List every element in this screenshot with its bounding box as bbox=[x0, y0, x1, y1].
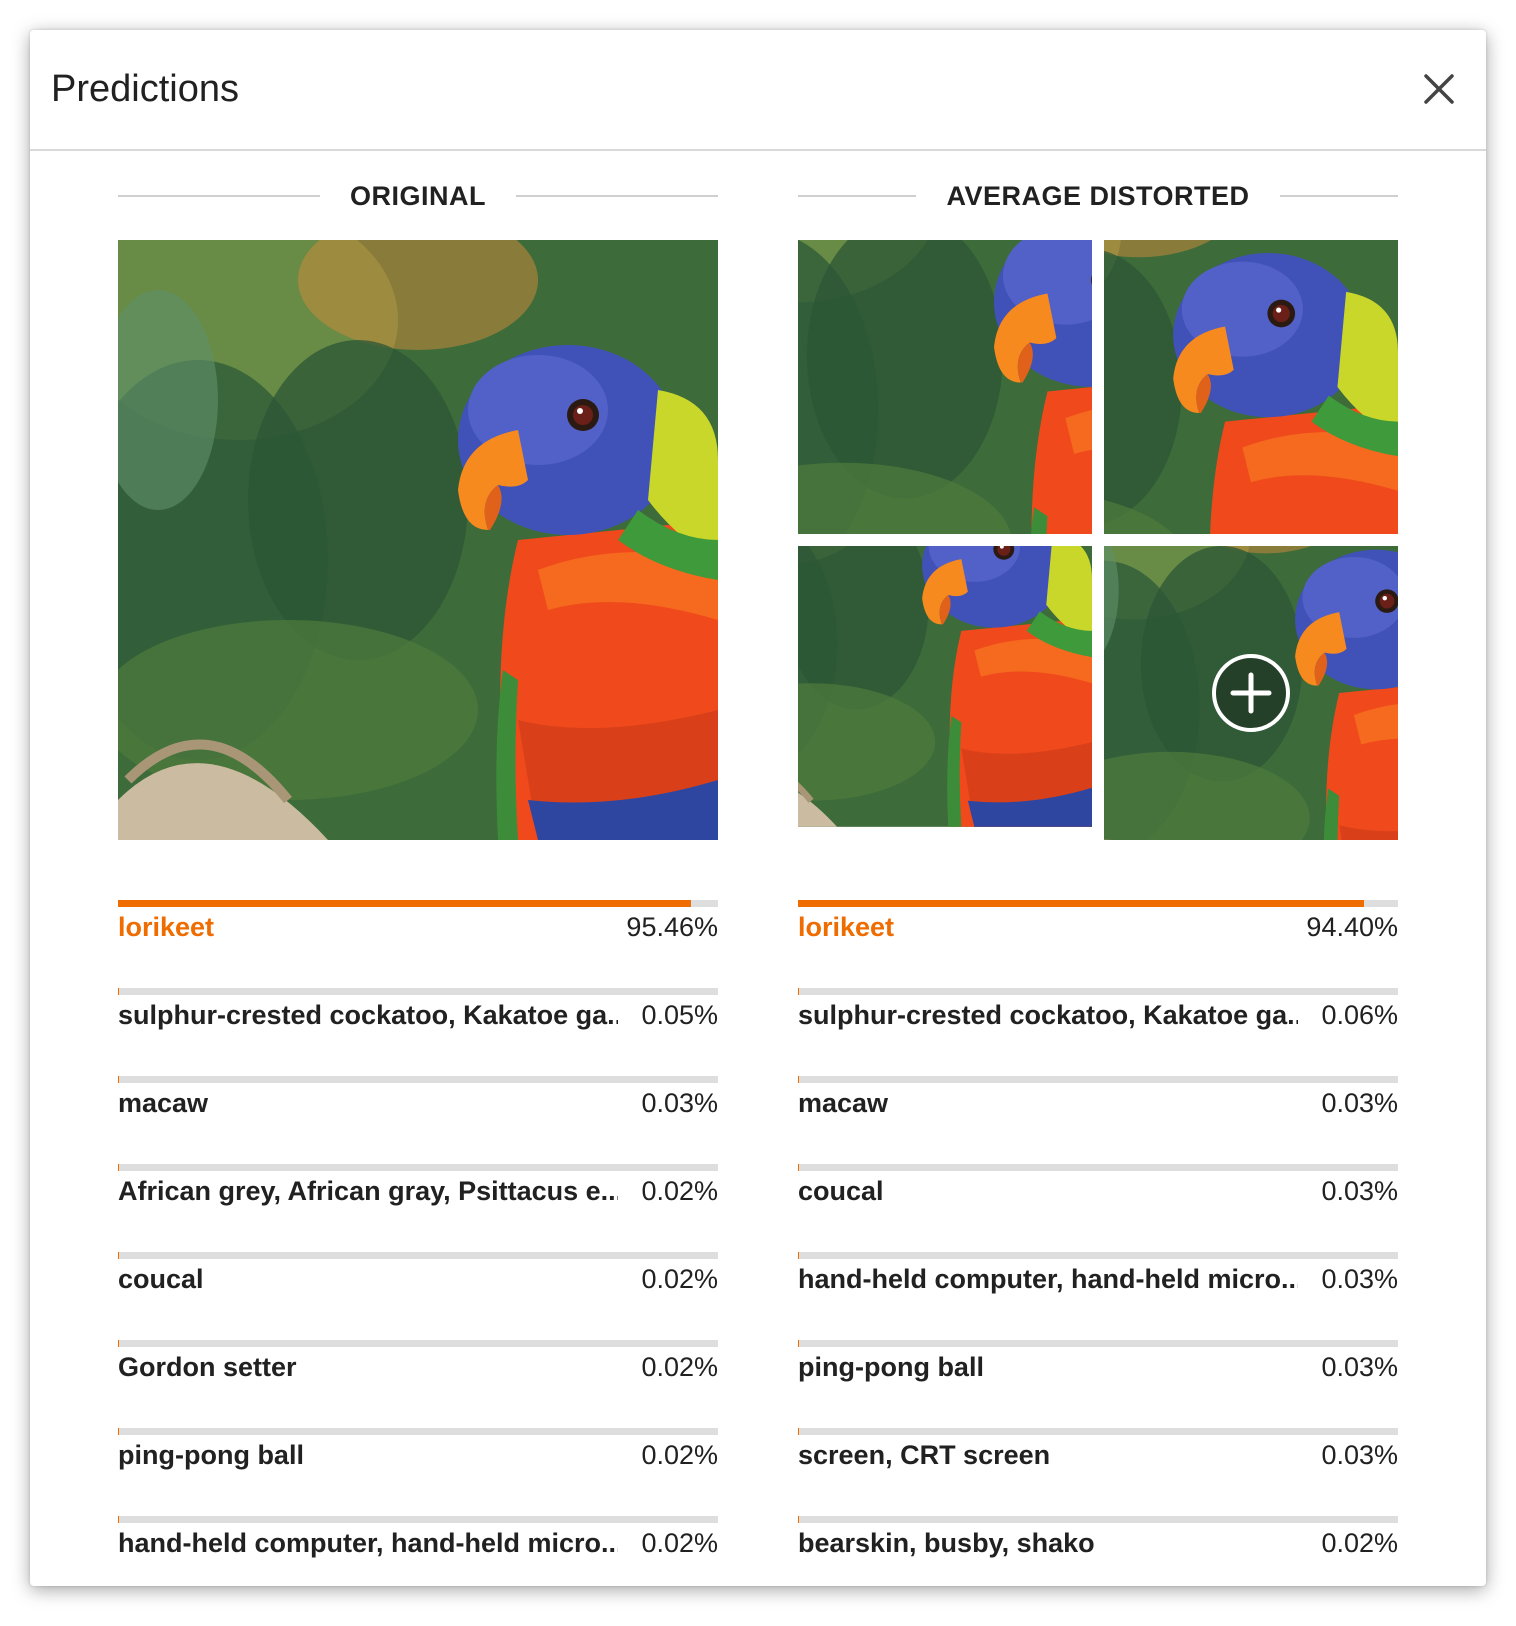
prediction-row: macaw 0.03% bbox=[118, 1076, 718, 1164]
prediction-percent: 0.03% bbox=[1321, 1352, 1398, 1382]
prediction-percent: 0.03% bbox=[1321, 1088, 1398, 1118]
distorted-heading: AVERAGE DISTORTED bbox=[946, 180, 1250, 211]
probability-bar-track bbox=[118, 1340, 718, 1347]
prediction-row: lorikeet 94.40% bbox=[798, 900, 1398, 988]
prediction-label: macaw bbox=[118, 1088, 209, 1118]
prediction-label: coucal bbox=[118, 1264, 204, 1294]
prediction-row: sulphur-crested cockatoo, Kakatoe ga... … bbox=[798, 988, 1398, 1076]
prediction-label: bearskin, busby, shako bbox=[798, 1528, 1095, 1558]
prediction-percent: 0.03% bbox=[1321, 1176, 1398, 1206]
prediction-label: lorikeet bbox=[798, 912, 895, 942]
prediction-row: macaw 0.03% bbox=[798, 1076, 1398, 1164]
distorted-predictions-list: lorikeet 94.40% sulphur-crested cockatoo… bbox=[798, 900, 1398, 1586]
probability-bar-track bbox=[798, 1164, 1398, 1171]
prediction-label: African grey, African gray, Psittacus e.… bbox=[118, 1176, 618, 1206]
prediction-percent: 95.46% bbox=[626, 912, 718, 942]
original-image bbox=[118, 240, 718, 840]
probability-bar-track bbox=[118, 1428, 718, 1435]
original-section-header: ORIGINAL bbox=[118, 176, 718, 216]
prediction-row: sulphur-crested cockatoo, Kakatoe ga... … bbox=[118, 988, 718, 1076]
prediction-label: hand-held computer, hand-held micro... bbox=[798, 1264, 1298, 1294]
probability-bar-track bbox=[798, 1252, 1398, 1259]
original-heading: ORIGINAL bbox=[350, 180, 486, 211]
prediction-label: Gordon setter bbox=[118, 1352, 297, 1382]
prediction-row: hand-held computer, hand-held micro... 0… bbox=[798, 1252, 1398, 1340]
original-predictions-list: lorikeet 95.46% sulphur-crested cockatoo… bbox=[118, 900, 718, 1586]
prediction-percent: 0.02% bbox=[641, 1352, 718, 1382]
prediction-label: sulphur-crested cockatoo, Kakatoe ga... bbox=[798, 1000, 1298, 1030]
prediction-label: coucal bbox=[798, 1176, 884, 1206]
probability-bar bbox=[118, 900, 691, 907]
probability-bar-track bbox=[118, 1516, 718, 1523]
probability-bar-track bbox=[118, 988, 718, 995]
prediction-percent: 0.03% bbox=[641, 1088, 718, 1118]
probability-bar-track bbox=[798, 1516, 1398, 1523]
probability-bar-track bbox=[118, 1076, 718, 1083]
prediction-percent: 0.03% bbox=[1321, 1440, 1398, 1470]
probability-bar-track bbox=[798, 1076, 1398, 1083]
prediction-percent: 0.06% bbox=[1321, 1000, 1398, 1030]
divider bbox=[516, 195, 718, 197]
original-column: ORIGINAL lorikeet 95.46% sulphur-crested… bbox=[118, 176, 718, 1586]
divider bbox=[798, 195, 917, 197]
prediction-percent: 0.03% bbox=[1321, 1264, 1398, 1294]
divider bbox=[1279, 195, 1399, 197]
prediction-percent: 0.02% bbox=[641, 1440, 718, 1470]
distorted-image-thumbnail[interactable] bbox=[1104, 240, 1398, 534]
divider bbox=[118, 195, 320, 197]
prediction-label: hand-held computer, hand-held micro... bbox=[118, 1528, 618, 1558]
prediction-row: coucal 0.02% bbox=[118, 1252, 718, 1340]
predictions-dialog: Predictions ORIGINAL lorikeet 95.46% sul… bbox=[30, 30, 1486, 1586]
prediction-row: ping-pong ball 0.02% bbox=[118, 1428, 718, 1516]
distorted-image-thumbnail[interactable] bbox=[798, 546, 1092, 840]
prediction-row: coucal 0.03% bbox=[798, 1164, 1398, 1252]
distorted-section-header: AVERAGE DISTORTED bbox=[798, 176, 1399, 216]
distorted-image-thumbnail[interactable] bbox=[798, 240, 1092, 534]
prediction-row: hand-held computer, hand-held micro... 0… bbox=[118, 1516, 718, 1586]
prediction-label: screen, CRT screen bbox=[798, 1440, 1051, 1470]
prediction-label: macaw bbox=[798, 1088, 889, 1118]
prediction-percent: 0.02% bbox=[641, 1528, 718, 1558]
prediction-percent: 94.40% bbox=[1306, 912, 1398, 942]
probability-bar-track bbox=[118, 1252, 718, 1259]
prediction-percent: 0.02% bbox=[641, 1176, 718, 1206]
distorted-column: AVERAGE DISTORTED lorikeet 94.40% sulphu… bbox=[798, 176, 1399, 1586]
prediction-label: sulphur-crested cockatoo, Kakatoe ga... bbox=[118, 1000, 618, 1030]
prediction-row: lorikeet 95.46% bbox=[118, 900, 718, 988]
probability-bar-track bbox=[798, 1340, 1398, 1347]
prediction-label: ping-pong ball bbox=[798, 1352, 984, 1382]
plus-circle-icon[interactable] bbox=[1211, 653, 1291, 733]
prediction-row: Gordon setter 0.02% bbox=[118, 1340, 718, 1428]
prediction-percent: 0.05% bbox=[641, 1000, 718, 1030]
probability-bar bbox=[798, 900, 1365, 907]
prediction-row: African grey, African gray, Psittacus e.… bbox=[118, 1164, 718, 1252]
probability-bar-track bbox=[798, 988, 1398, 995]
dialog-header: Predictions bbox=[30, 30, 1486, 151]
prediction-row: ping-pong ball 0.03% bbox=[798, 1340, 1398, 1428]
prediction-label: ping-pong ball bbox=[118, 1440, 304, 1470]
prediction-percent: 0.02% bbox=[641, 1264, 718, 1294]
close-icon[interactable] bbox=[1422, 72, 1456, 106]
prediction-label: lorikeet bbox=[118, 912, 215, 942]
dialog-title: Predictions bbox=[51, 68, 239, 110]
prediction-row: bearskin, busby, shako 0.02% bbox=[798, 1516, 1398, 1586]
prediction-percent: 0.02% bbox=[1321, 1528, 1398, 1558]
prediction-row: screen, CRT screen 0.03% bbox=[798, 1428, 1398, 1516]
probability-bar-track bbox=[798, 1428, 1398, 1435]
distorted-image-grid bbox=[798, 240, 1398, 840]
probability-bar-track bbox=[118, 1164, 718, 1171]
